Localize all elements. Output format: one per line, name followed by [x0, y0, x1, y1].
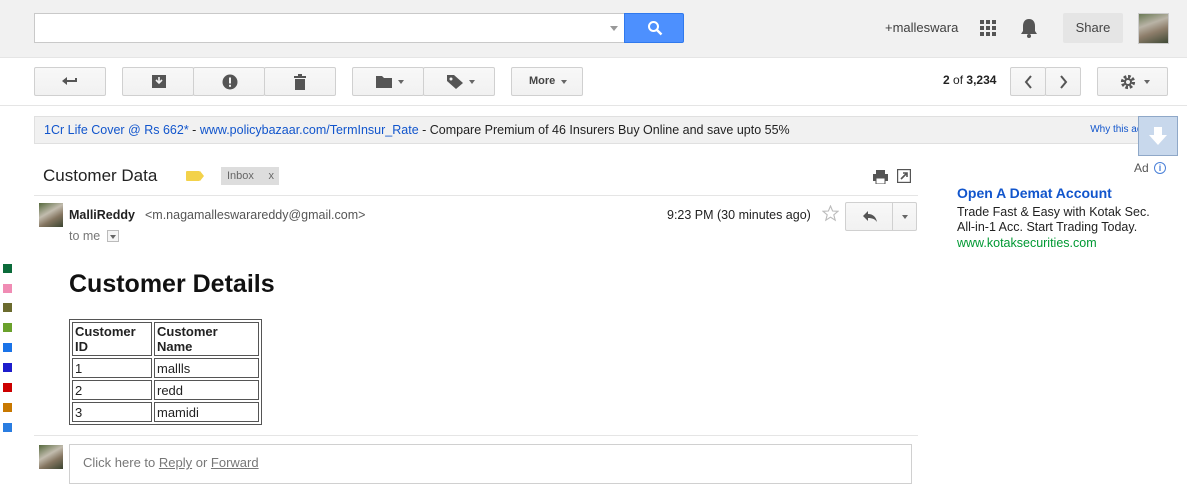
ad-text: - Compare Premium of 46 Insurers Buy Onl… [418, 123, 790, 137]
table-cell: 1 [72, 358, 152, 378]
label-color-chip[interactable] [3, 343, 12, 352]
delete-button[interactable] [264, 67, 336, 96]
folder-icon [376, 76, 392, 88]
report-spam-button[interactable] [193, 67, 265, 96]
chevron-down-icon [561, 80, 567, 84]
sender-avatar[interactable] [39, 203, 63, 227]
my-avatar [39, 445, 63, 469]
notifications-bell-icon[interactable] [1019, 17, 1039, 39]
side-ad-line: All-in-1 Acc. Start Trading Today. [957, 220, 1138, 234]
divider [34, 195, 918, 196]
chevron-down-icon [1144, 80, 1150, 84]
trash-icon [294, 74, 306, 90]
top-bar: +malleswara Share [0, 0, 1187, 58]
table-header-row: Customer ID Customer Name [72, 322, 259, 356]
reply-options-button[interactable] [892, 202, 917, 231]
inbox-label-text: Inbox [227, 170, 254, 182]
sender-email: <m.nagamalleswarareddy@gmail.com> [145, 208, 366, 222]
table-cell: 2 [72, 380, 152, 400]
print-icon[interactable] [873, 170, 888, 184]
apps-grid-icon[interactable] [980, 20, 996, 36]
reply-prompt-prefix: Click here to [83, 455, 159, 470]
table-row: 2 redd [72, 380, 259, 400]
recipient-line: to me [69, 229, 101, 243]
show-details-button[interactable] [107, 230, 119, 242]
star-icon[interactable] [822, 205, 839, 222]
label-color-chip[interactable] [3, 423, 12, 432]
archive-icon [152, 75, 166, 88]
arrow-down-icon [1149, 127, 1167, 145]
email-subject: Customer Data [43, 166, 158, 185]
new-window-icon[interactable] [897, 169, 911, 183]
table-cell: mamidi [154, 402, 259, 422]
older-button[interactable] [1045, 67, 1081, 96]
side-ad-line: Trade Fast & Easy with Kotak Sec. [957, 205, 1150, 219]
labels-button[interactable] [423, 67, 495, 96]
pager-current: 2 [943, 73, 950, 87]
label-color-chip[interactable] [3, 403, 12, 412]
remove-label-button[interactable]: x [269, 167, 275, 185]
back-to-inbox-button[interactable] [34, 67, 106, 96]
message-timestamp: 9:23 PM (30 minutes ago) [667, 208, 811, 222]
label-color-chip[interactable] [3, 323, 12, 332]
ad-separator: - [188, 123, 200, 137]
pager-total: 3,234 [966, 73, 997, 87]
chevron-down-icon [398, 80, 404, 84]
newer-button[interactable] [1010, 67, 1046, 96]
search-button[interactable] [624, 13, 684, 43]
table-cell: redd [154, 380, 259, 400]
table-row: 3 mamidi [72, 402, 259, 422]
ad-label: Ad [1134, 161, 1149, 175]
search-options-icon[interactable] [610, 26, 618, 31]
back-arrow-icon [62, 77, 77, 85]
table-cell: mallls [154, 358, 259, 378]
table-row: 1 mallls [72, 358, 259, 378]
label-color-chip[interactable] [3, 303, 12, 312]
pager-of: of [953, 73, 964, 87]
settings-button[interactable] [1097, 67, 1168, 96]
search-icon [648, 21, 663, 36]
chevron-down-icon [469, 80, 475, 84]
reply-arrow-icon [863, 211, 877, 222]
ad-url-link[interactable]: www.policybazaar.com/TermInsur_Rate [200, 123, 419, 137]
table-header-cell: Customer Name [154, 322, 259, 356]
chevron-left-icon [1024, 75, 1032, 89]
importance-marker-icon[interactable] [186, 171, 204, 181]
chevron-right-icon [1060, 75, 1068, 89]
customer-table: Customer ID Customer Name 1 mallls 2 red… [69, 319, 262, 425]
account-avatar[interactable] [1138, 13, 1169, 44]
ad-headline-link[interactable]: 1Cr Life Cover @ Rs 662* [44, 123, 189, 137]
body-heading: Customer Details [69, 270, 275, 298]
quick-reply-box[interactable]: Click here to Reply or Forward [69, 444, 912, 484]
divider [34, 435, 918, 436]
more-actions-button[interactable]: More [511, 67, 583, 96]
top-ad-strip: 1Cr Life Cover @ Rs 662* - www.policybaz… [34, 116, 1158, 144]
more-label: More [529, 75, 556, 87]
info-icon[interactable]: i [1154, 162, 1166, 174]
side-ad-title-link[interactable]: Open A Demat Account [957, 185, 1112, 201]
label-color-chip[interactable] [3, 264, 12, 273]
label-color-chip[interactable] [3, 383, 12, 392]
label-tag-icon [447, 75, 463, 89]
reply-button[interactable] [845, 202, 893, 231]
label-color-chip[interactable] [3, 284, 12, 293]
sender-name[interactable]: MalliReddy [69, 208, 135, 222]
spam-alert-icon [222, 74, 238, 90]
inbox-label-chip: Inbox x [221, 167, 279, 185]
side-ad-url-link[interactable]: www.kotaksecurities.com [957, 236, 1097, 250]
archive-button[interactable] [122, 67, 194, 96]
move-to-button[interactable] [352, 67, 424, 96]
gear-icon [1120, 74, 1136, 90]
forward-link[interactable]: Forward [211, 455, 259, 470]
ad-collapse-toggle[interactable] [1138, 116, 1178, 156]
table-header-cell: Customer ID [72, 322, 152, 356]
search-input[interactable] [34, 13, 626, 43]
pagination-status: 2 of 3,234 [943, 73, 996, 87]
reply-or-text: or [192, 455, 211, 470]
reply-link[interactable]: Reply [159, 455, 192, 470]
user-profile-link[interactable]: +malleswara [885, 20, 958, 35]
label-color-chip[interactable] [3, 363, 12, 372]
share-button[interactable]: Share [1063, 13, 1123, 43]
table-cell: 3 [72, 402, 152, 422]
